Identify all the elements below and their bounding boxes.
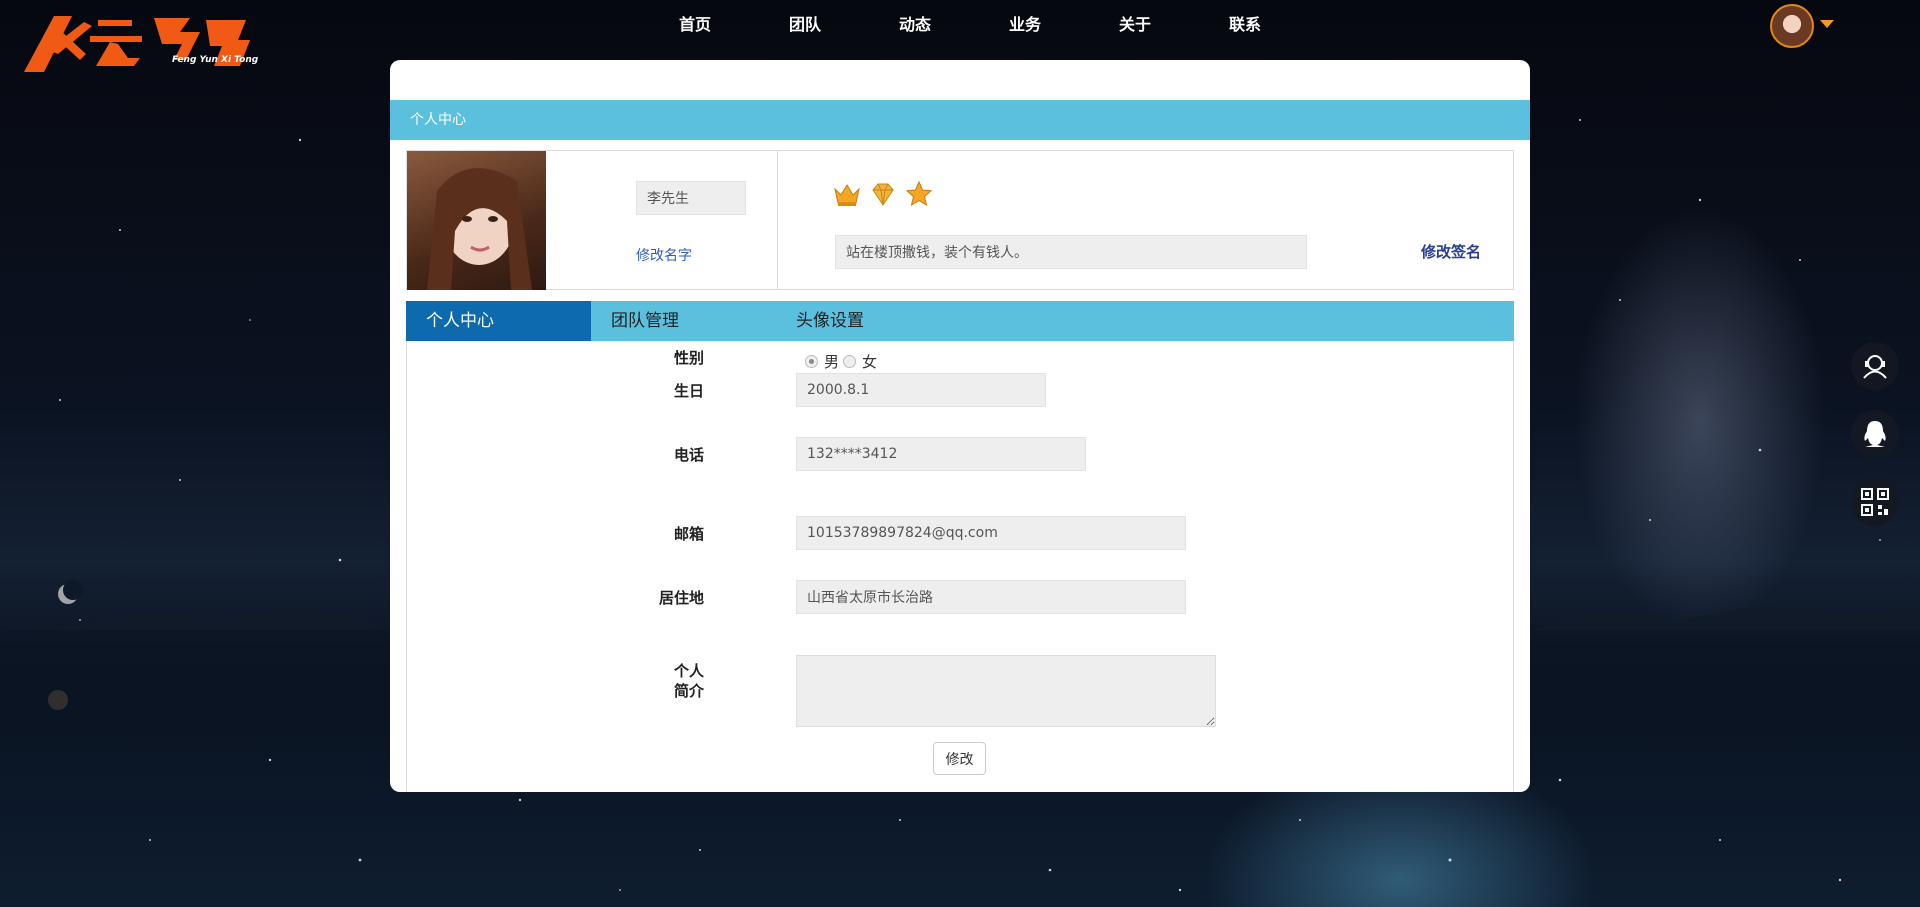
top-navbar: Feng Yun Xi Tong 首页 团队 动态 业务 关于 联系: [0, 0, 1920, 72]
birthday-input[interactable]: [796, 373, 1046, 407]
tab-personal-center[interactable]: 个人中心: [406, 301, 591, 341]
brand-logo[interactable]: Feng Yun Xi Tong: [14, 10, 264, 76]
gender-label: 性别: [673, 349, 704, 367]
address-input[interactable]: [796, 580, 1186, 614]
signature-input[interactable]: [835, 235, 1307, 269]
bio-label-line2: 简介: [673, 682, 704, 700]
logo-subtext: Feng Yun Xi Tong: [172, 55, 259, 65]
gender-radio-group: 男 女: [805, 351, 877, 372]
chevron-down-icon[interactable]: [1820, 20, 1834, 28]
email-input[interactable]: [796, 516, 1186, 550]
profile-panel: 个人中心 修改名字: [390, 60, 1530, 792]
edit-name-link[interactable]: 修改名字: [636, 245, 692, 265]
tab-team-management[interactable]: 团队管理: [591, 301, 776, 341]
gender-female-label: 女: [862, 353, 878, 371]
profile-form: 性别 男 女 生日 电话 邮箱 居住地 个人 简介 修改: [406, 341, 1514, 792]
nav-business[interactable]: 业务: [970, 0, 1080, 52]
customer-service-icon: [1863, 355, 1887, 379]
email-label: 邮箱: [673, 525, 704, 543]
diamond-icon: [872, 183, 894, 206]
bio-textarea[interactable]: [796, 655, 1216, 727]
qq-penguin-icon: [1864, 421, 1886, 447]
qq-button[interactable]: [1851, 410, 1899, 458]
phone-label: 电话: [673, 446, 704, 464]
nav-about[interactable]: 关于: [1080, 0, 1190, 52]
user-avatar[interactable]: [1770, 4, 1814, 48]
bio-label: 个人 简介: [604, 661, 704, 701]
panel-title: 个人中心: [390, 100, 1530, 140]
address-label: 居住地: [658, 589, 704, 607]
bio-label-line1: 个人: [673, 662, 704, 680]
customer-service-button[interactable]: [1851, 342, 1899, 390]
save-button[interactable]: 修改: [933, 742, 986, 775]
qr-code-icon: [1861, 488, 1889, 516]
nav-team[interactable]: 团队: [750, 0, 860, 52]
edit-signature-link[interactable]: 修改签名: [1421, 241, 1481, 262]
badge-list: [832, 179, 934, 209]
star-icon: [905, 180, 933, 207]
birthday-label: 生日: [673, 382, 704, 400]
main-nav: 首页 团队 动态 业务 关于 联系: [640, 0, 1300, 52]
gender-male-label: 男: [824, 353, 840, 371]
profile-summary: 修改名字 修改签名: [406, 150, 1514, 290]
profile-tabs: 个人中心 团队管理 头像设置: [406, 301, 1514, 341]
profile-photo: [407, 151, 546, 290]
phone-input[interactable]: [796, 437, 1086, 471]
tab-avatar-settings[interactable]: 头像设置: [776, 301, 961, 341]
name-input[interactable]: [636, 181, 746, 215]
gender-male-radio[interactable]: [805, 355, 818, 368]
crown-icon: [834, 184, 860, 206]
name-section: 修改名字: [546, 151, 778, 289]
nav-contact[interactable]: 联系: [1190, 0, 1300, 52]
nav-home[interactable]: 首页: [640, 0, 750, 52]
qr-code-button[interactable]: [1851, 478, 1899, 526]
gender-female-radio[interactable]: [843, 355, 857, 368]
nav-news[interactable]: 动态: [860, 0, 970, 52]
